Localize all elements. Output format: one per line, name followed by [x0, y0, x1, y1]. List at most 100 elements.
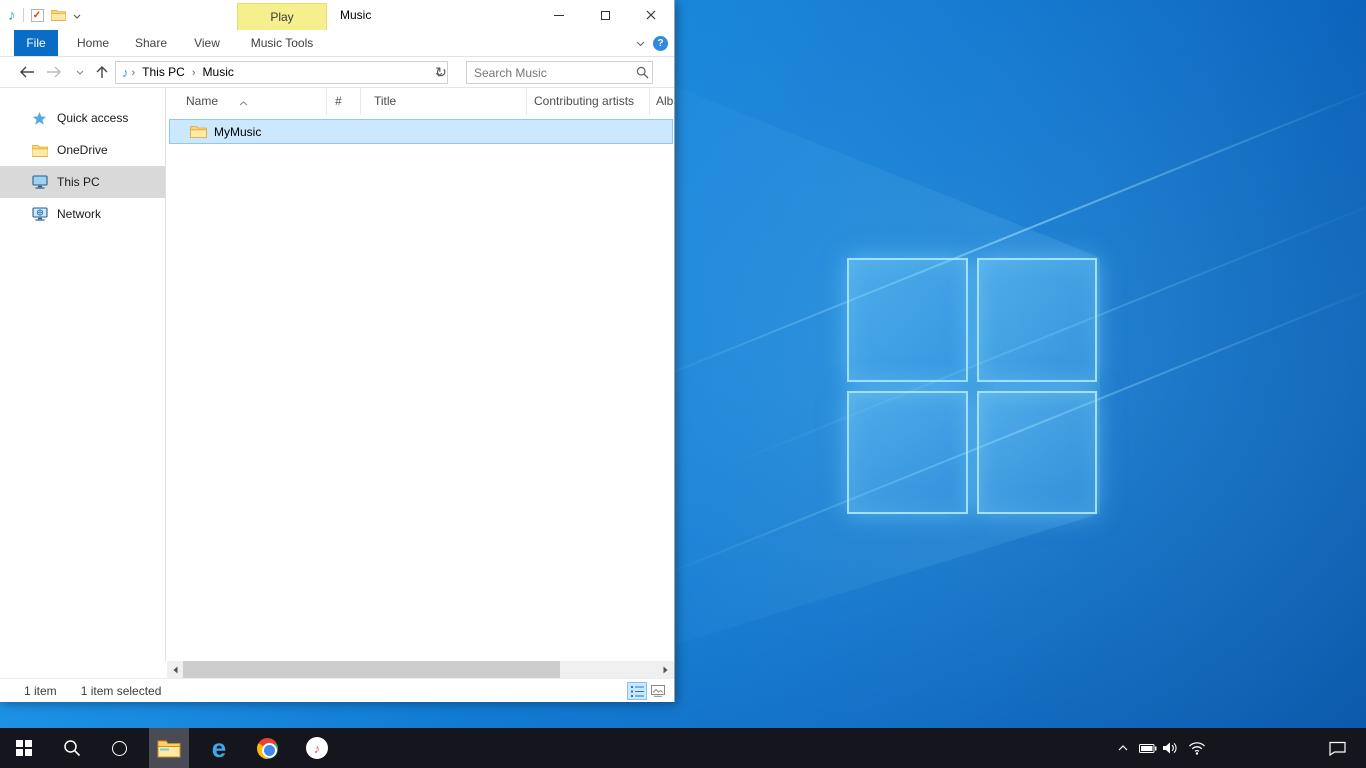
quick-access-star-icon — [32, 110, 50, 126]
forward-arrow-icon — [46, 66, 62, 78]
sidebar-item-label: Network — [57, 207, 101, 221]
breadcrumb-music[interactable]: Music — [197, 62, 240, 83]
start-button[interactable] — [4, 728, 44, 768]
tab-home[interactable]: Home — [70, 30, 116, 56]
this-pc-icon — [32, 174, 50, 190]
battery-tray-icon[interactable] — [1136, 728, 1160, 768]
breadcrumb-this-pc[interactable]: This PC — [136, 62, 191, 83]
minimize-button[interactable] — [536, 0, 582, 30]
search-box[interactable] — [466, 61, 653, 84]
scroll-right-icon — [663, 666, 668, 674]
maximize-button[interactable] — [582, 0, 628, 30]
scroll-right-button[interactable] — [657, 661, 674, 678]
taskbar-itunes-button[interactable]: ♪ — [297, 728, 337, 768]
file-list-pane: Name # Title Contributing artists Alb — [167, 88, 673, 661]
scroll-left-button[interactable] — [167, 661, 184, 678]
music-app-icon: ♪ — [8, 8, 16, 23]
window-title: Music — [340, 0, 371, 30]
chevron-down-icon — [76, 70, 84, 75]
taskbar-file-explorer-button[interactable] — [149, 728, 189, 768]
tab-play[interactable]: Play — [237, 3, 327, 30]
windows-logo-pane — [847, 258, 968, 382]
sort-ascending-icon — [239, 89, 248, 115]
properties-icon[interactable]: ✓ — [31, 9, 44, 22]
sidebar-item-onedrive[interactable]: OneDrive — [0, 134, 165, 166]
windows-logo — [847, 258, 1097, 514]
separator — [23, 8, 24, 22]
status-bar: 1 item 1 item selected — [0, 678, 674, 702]
tab-view[interactable]: View — [186, 30, 228, 56]
column-header-title[interactable]: Title — [361, 88, 527, 115]
details-view-button[interactable] — [627, 682, 647, 700]
speaker-icon — [1163, 742, 1178, 754]
column-header-contributing-artists[interactable]: Contributing artists — [527, 88, 650, 115]
taskbar-search-button[interactable] — [52, 728, 92, 768]
close-icon — [646, 10, 656, 20]
window-controls — [536, 0, 674, 30]
file-explorer-window: ♪ ✓ Play Music File — [0, 0, 675, 702]
search-input[interactable] — [467, 66, 633, 80]
column-header-album[interactable]: Alb — [650, 88, 673, 115]
address-bar-row: ♪ › This PC › Music ↻ — [0, 57, 674, 88]
wifi-icon — [1188, 741, 1206, 755]
file-row-mymusic[interactable]: MyMusic — [169, 119, 673, 144]
action-center-icon — [1329, 741, 1346, 756]
large-icons-view-button[interactable] — [648, 682, 668, 700]
selection-summary: 1 item selected — [81, 684, 162, 698]
music-tools-group-label: Music Tools — [238, 30, 326, 56]
network-tray-icon[interactable] — [1184, 728, 1210, 768]
action-center-button[interactable] — [1314, 728, 1360, 768]
recent-locations-button[interactable] — [72, 57, 88, 87]
close-button[interactable] — [628, 0, 674, 30]
large-icons-view-icon — [651, 685, 665, 697]
chrome-icon — [257, 738, 278, 759]
windows-logo-pane — [977, 258, 1098, 382]
ribbon-tab-row: File Home Share View Music Tools ? — [0, 30, 674, 57]
titlebar: ♪ ✓ Play Music — [0, 0, 674, 30]
details-view-icon — [631, 686, 644, 697]
column-header-label: Alb — [656, 94, 673, 108]
column-header-number[interactable]: # — [327, 88, 361, 115]
sidebar-item-quick-access[interactable]: Quick access — [0, 102, 165, 134]
sidebar-item-this-pc[interactable]: This PC — [0, 166, 165, 198]
show-hidden-icons-button[interactable] — [1110, 728, 1136, 768]
search-icon[interactable] — [633, 66, 652, 79]
sidebar-item-label: This PC — [57, 175, 100, 189]
new-folder-icon[interactable] — [51, 9, 66, 21]
search-icon — [63, 739, 81, 757]
volume-tray-icon[interactable] — [1158, 728, 1182, 768]
column-header-label: Contributing artists — [534, 94, 634, 108]
back-button[interactable] — [16, 57, 38, 87]
scrollbar-thumb[interactable] — [183, 661, 560, 678]
windows-logo-pane — [977, 391, 1098, 515]
minimize-icon — [554, 15, 564, 16]
refresh-button[interactable]: ↻ — [431, 62, 451, 83]
taskbar-internet-explorer-button[interactable]: e — [199, 728, 239, 768]
back-arrow-icon — [19, 66, 35, 78]
network-icon — [32, 206, 50, 222]
chevron-up-icon — [1118, 745, 1128, 751]
up-button[interactable] — [91, 57, 113, 87]
help-button[interactable]: ? — [653, 36, 668, 51]
taskbar-chrome-button[interactable] — [247, 728, 287, 768]
file-explorer-icon — [157, 739, 181, 758]
folder-icon — [190, 125, 207, 138]
cortana-button[interactable] — [99, 728, 139, 768]
itunes-icon: ♪ — [306, 737, 328, 759]
windows-logo-pane — [847, 391, 968, 515]
address-bar[interactable]: ♪ › This PC › Music — [115, 61, 448, 84]
forward-button[interactable] — [43, 57, 65, 87]
column-headers: Name # Title Contributing artists Alb — [167, 88, 673, 115]
customize-qat-chevron-icon[interactable] — [73, 8, 81, 22]
horizontal-scrollbar[interactable] — [167, 661, 674, 678]
quick-access-toolbar: ♪ ✓ — [8, 0, 81, 30]
expand-ribbon-button[interactable] — [633, 37, 647, 51]
sidebar-item-network[interactable]: Network — [0, 198, 165, 230]
maximize-icon — [601, 11, 610, 20]
chevron-down-icon — [636, 41, 645, 47]
up-arrow-icon — [96, 65, 108, 79]
column-header-name[interactable]: Name — [167, 88, 327, 115]
sidebar-item-label: Quick access — [57, 111, 128, 125]
tab-file[interactable]: File — [14, 30, 58, 56]
tab-share[interactable]: Share — [128, 30, 174, 56]
